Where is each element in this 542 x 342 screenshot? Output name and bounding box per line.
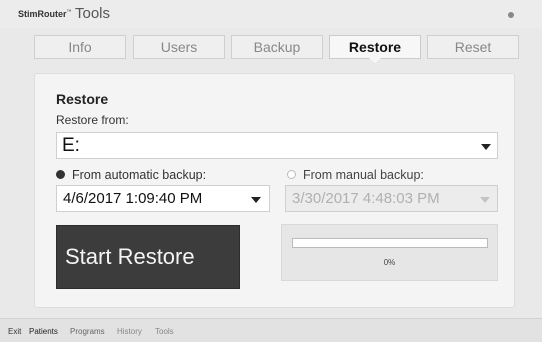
manual-backup-value: 3/30/2017 4:48:03 PM — [292, 190, 440, 207]
bottom-nav: Exit Patients Programs History Tools — [0, 318, 542, 342]
tab-restore-label: Restore — [348, 39, 402, 55]
title-bar: StimRouter™ Tools — [0, 0, 542, 28]
manual-backup-label: From manual backup: — [303, 168, 424, 182]
brand-logo: StimRouter™ — [18, 9, 72, 19]
progress-percent: 0% — [383, 258, 396, 267]
automatic-backup-option[interactable]: From automatic backup: — [56, 168, 256, 184]
restore-from-label: Restore from: — [56, 113, 129, 127]
nav-tools[interactable]: Tools — [155, 327, 174, 336]
chevron-down-icon[interactable] — [481, 144, 491, 150]
progress-panel: 0% — [281, 224, 498, 281]
nav-history[interactable]: History — [117, 327, 142, 336]
tab-info[interactable]: Info — [34, 35, 126, 59]
window-status-dot-icon[interactable] — [508, 12, 514, 18]
tab-users[interactable]: Users — [133, 35, 225, 59]
chevron-down-icon[interactable] — [251, 197, 261, 203]
tab-restore[interactable]: Restore — [329, 35, 421, 63]
manual-backup-option[interactable]: From manual backup: — [287, 168, 487, 184]
trademark-mark: ™ — [66, 9, 72, 15]
active-tab-pointer-icon — [369, 58, 381, 63]
chevron-down-icon — [480, 197, 490, 203]
brand-name: StimRouter — [18, 9, 67, 19]
automatic-backup-radio[interactable] — [56, 170, 65, 179]
manual-backup-radio[interactable] — [287, 170, 296, 179]
automatic-backup-select[interactable]: 4/6/2017 1:09:40 PM — [56, 185, 270, 212]
tab-backup[interactable]: Backup — [231, 35, 323, 59]
automatic-backup-label: From automatic backup: — [72, 168, 207, 182]
restore-panel: Restore Restore from: E: From automatic … — [34, 73, 515, 308]
progress-bar — [292, 238, 488, 248]
window-title: Tools — [75, 5, 111, 22]
restore-drive-select[interactable]: E: — [56, 132, 498, 159]
start-restore-button[interactable]: Start Restore — [56, 225, 240, 289]
automatic-backup-value: 4/6/2017 1:09:40 PM — [63, 190, 203, 207]
drive-value: E: — [62, 135, 80, 156]
nav-exit[interactable]: Exit — [8, 327, 21, 336]
section-title: Restore — [56, 91, 109, 107]
nav-patients[interactable]: Patients — [29, 327, 58, 336]
tab-reset[interactable]: Reset — [427, 35, 519, 59]
nav-programs[interactable]: Programs — [70, 327, 105, 336]
manual-backup-select[interactable]: 3/30/2017 4:48:03 PM — [285, 185, 498, 212]
